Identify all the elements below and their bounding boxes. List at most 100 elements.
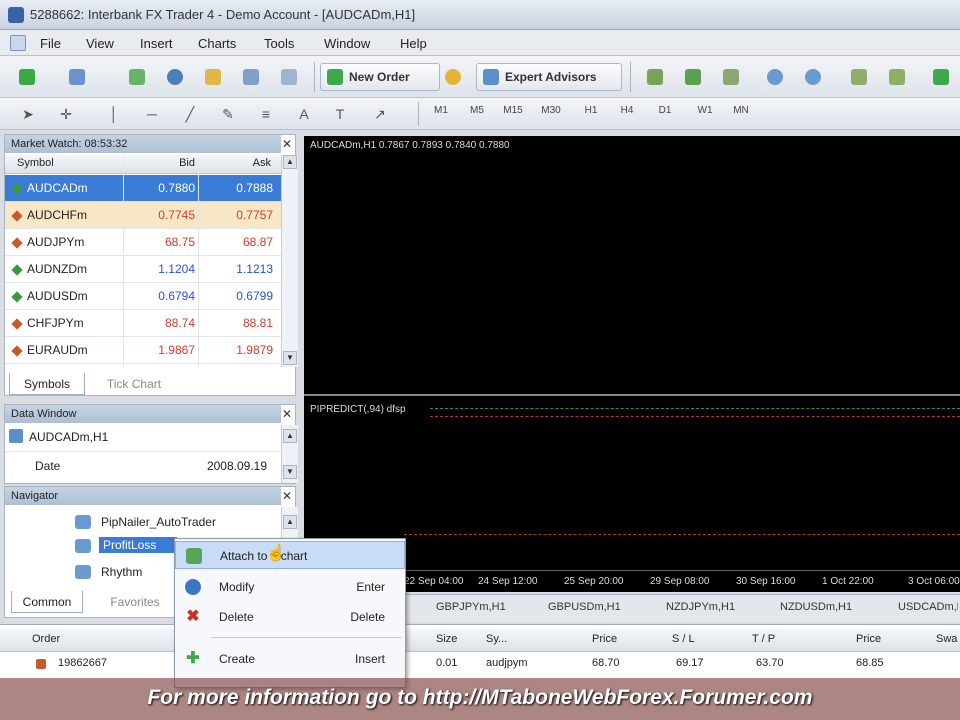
market-watch-button[interactable] — [124, 64, 150, 90]
data-window-button[interactable] — [162, 64, 188, 90]
timeframe-m15[interactable]: M15 — [498, 105, 528, 116]
scroll-down-icon[interactable]: ▼ — [283, 351, 297, 365]
column-ask[interactable]: Ask — [225, 157, 271, 169]
order-symbol: audjpym — [486, 657, 528, 669]
menu-item-attach-to-chart[interactable]: Attach to a chart — [175, 541, 405, 569]
price-direction-icon — [11, 318, 23, 330]
profiles-button[interactable] — [64, 64, 90, 90]
close-icon[interactable]: ✕ — [280, 137, 294, 151]
expert-advisors-button[interactable]: Expert Advisors — [476, 63, 622, 91]
chart-window[interactable]: AUDCADm,H1 0.7867 0.7893 0.7840 0.7880 P… — [304, 136, 960, 592]
new-order-button[interactable]: New Order — [320, 63, 440, 91]
text-icon[interactable]: A — [294, 104, 314, 124]
tab-symbols[interactable]: Symbols — [9, 373, 85, 395]
arrows-icon[interactable]: ↗ — [370, 104, 390, 124]
market-watch-row[interactable]: CHFJPYm 88.74 88.81 — [5, 310, 281, 337]
metaeditor-button[interactable] — [440, 64, 466, 90]
close-icon[interactable]: ✕ — [280, 489, 294, 503]
column-price[interactable]: Price — [592, 633, 617, 645]
market-watch-row[interactable]: AUDUSDm 0.6794 0.6799 — [5, 283, 281, 310]
trendline-icon[interactable]: ╱ — [180, 104, 200, 124]
navigator-title: Navigator — [5, 487, 281, 505]
line-chart-button[interactable] — [718, 64, 744, 90]
order-id[interactable]: 19862667 — [58, 657, 107, 669]
bid-cell: 1.1204 — [158, 262, 195, 276]
menu-file[interactable]: File — [40, 36, 61, 51]
tester-button[interactable] — [276, 64, 302, 90]
timeframe-h1[interactable]: H1 — [576, 105, 606, 116]
cursor-icon[interactable]: ➤ — [18, 104, 38, 124]
menu-view[interactable]: View — [86, 36, 114, 51]
navigator-item-profitloss[interactable]: ProfitLoss — [99, 537, 177, 553]
scroll-up-icon[interactable]: ▲ — [283, 155, 297, 169]
column-take-profit[interactable]: T / P — [752, 633, 775, 645]
column-symbol[interactable]: Sy... — [486, 633, 507, 645]
timeframe-m30[interactable]: M30 — [536, 105, 566, 116]
indicator-divider[interactable] — [304, 394, 960, 396]
menu-item-delete[interactable]: ✖ Delete Delete — [175, 603, 405, 631]
horizontal-line-icon[interactable]: ─ — [142, 104, 162, 124]
fibonacci-icon[interactable]: ≡ — [256, 104, 276, 124]
column-stop-loss[interactable]: S / L — [672, 633, 695, 645]
menu-window[interactable]: Window — [324, 36, 370, 51]
auto-scroll-icon — [889, 69, 905, 85]
document-menu-icon[interactable] — [10, 35, 26, 51]
bar-chart-button[interactable] — [642, 64, 668, 90]
column-current-price[interactable]: Price — [856, 633, 881, 645]
text-label-icon[interactable]: T — [330, 104, 350, 124]
crosshair-icon[interactable]: ✛ — [56, 104, 76, 124]
tile-windows-button[interactable] — [846, 64, 872, 90]
market-watch-row[interactable]: AUDNZDm 1.1204 1.1213 — [5, 256, 281, 283]
menu-tools[interactable]: Tools — [264, 36, 294, 51]
timeframe-h4[interactable]: H4 — [612, 105, 642, 116]
channel-icon[interactable]: ✎ — [218, 104, 238, 124]
menu-item-modify[interactable]: Modify Enter — [175, 573, 405, 601]
chart-tab[interactable]: GBPJPYm,H1 — [436, 601, 506, 613]
menu-charts[interactable]: Charts — [198, 36, 236, 51]
tab-common[interactable]: Common — [11, 591, 83, 613]
tab-tick-chart[interactable]: Tick Chart — [89, 373, 179, 395]
zoom-in-button[interactable] — [762, 64, 788, 90]
navigator-button[interactable] — [200, 64, 226, 90]
scroll-down-icon[interactable]: ▼ — [283, 465, 297, 479]
timeframe-mn[interactable]: MN — [726, 105, 756, 116]
column-size[interactable]: Size — [436, 633, 457, 645]
data-window-scrollbar[interactable]: ▲ ▼ — [281, 425, 298, 483]
close-icon[interactable]: ✕ — [280, 407, 294, 421]
navigator-item-rhythm[interactable]: Rhythm — [101, 565, 142, 579]
market-watch-row[interactable]: AUDCHFm 0.7745 0.7757 — [5, 202, 281, 229]
scroll-up-icon[interactable]: ▲ — [283, 429, 297, 443]
column-order[interactable]: Order — [32, 633, 60, 645]
auto-scroll-button[interactable] — [884, 64, 910, 90]
chart-tab[interactable]: NZDUSDm,H1 — [780, 601, 852, 613]
market-watch-row[interactable]: EURAUDm 1.9867 1.9879 — [5, 337, 281, 364]
menu-help[interactable]: Help — [400, 36, 427, 51]
timeframe-m5[interactable]: M5 — [462, 105, 492, 116]
timeframe-m1[interactable]: M1 — [426, 105, 456, 116]
chart-tab[interactable]: USDCADm,H1 — [898, 601, 958, 613]
timeframe-w1[interactable]: W1 — [690, 105, 720, 116]
candlesticks-button[interactable] — [680, 64, 706, 90]
market-watch-row[interactable]: AUDJPYm 68.75 68.87 — [5, 229, 281, 256]
vertical-line-icon[interactable]: │ — [104, 104, 124, 124]
market-watch-row[interactable]: AUDCADm 0.7880 0.7888 — [5, 175, 281, 202]
new-chart-button[interactable] — [14, 64, 40, 90]
column-swap[interactable]: Swa — [936, 633, 958, 645]
navigator-item-pipnailer[interactable]: PipNailer_AutoTrader — [101, 515, 216, 529]
menu-insert[interactable]: Insert — [140, 36, 173, 51]
column-bid[interactable]: Bid — [155, 157, 195, 169]
timeframe-d1[interactable]: D1 — [650, 105, 680, 116]
scroll-up-icon[interactable]: ▲ — [283, 515, 297, 529]
market-watch-scrollbar[interactable]: ▲ ▼ — [281, 155, 298, 367]
terminal-button[interactable] — [238, 64, 264, 90]
chart-tab[interactable]: NZDJPYm,H1 — [666, 601, 735, 613]
time-label: 22 Sep 04:00 — [404, 576, 464, 587]
price-direction-icon — [11, 264, 23, 276]
chart-shift-button[interactable] — [928, 64, 954, 90]
column-symbol[interactable]: Symbol — [17, 157, 54, 169]
tab-favorites[interactable]: Favorites — [93, 591, 177, 613]
chart-tab[interactable]: GBPUSDm,H1 — [548, 601, 621, 613]
menu-item-create[interactable]: ✚ Create Insert — [175, 645, 405, 673]
zoom-out-button[interactable] — [800, 64, 826, 90]
chart-header: AUDCADm,H1 0.7867 0.7893 0.7840 0.7880 — [310, 140, 510, 151]
